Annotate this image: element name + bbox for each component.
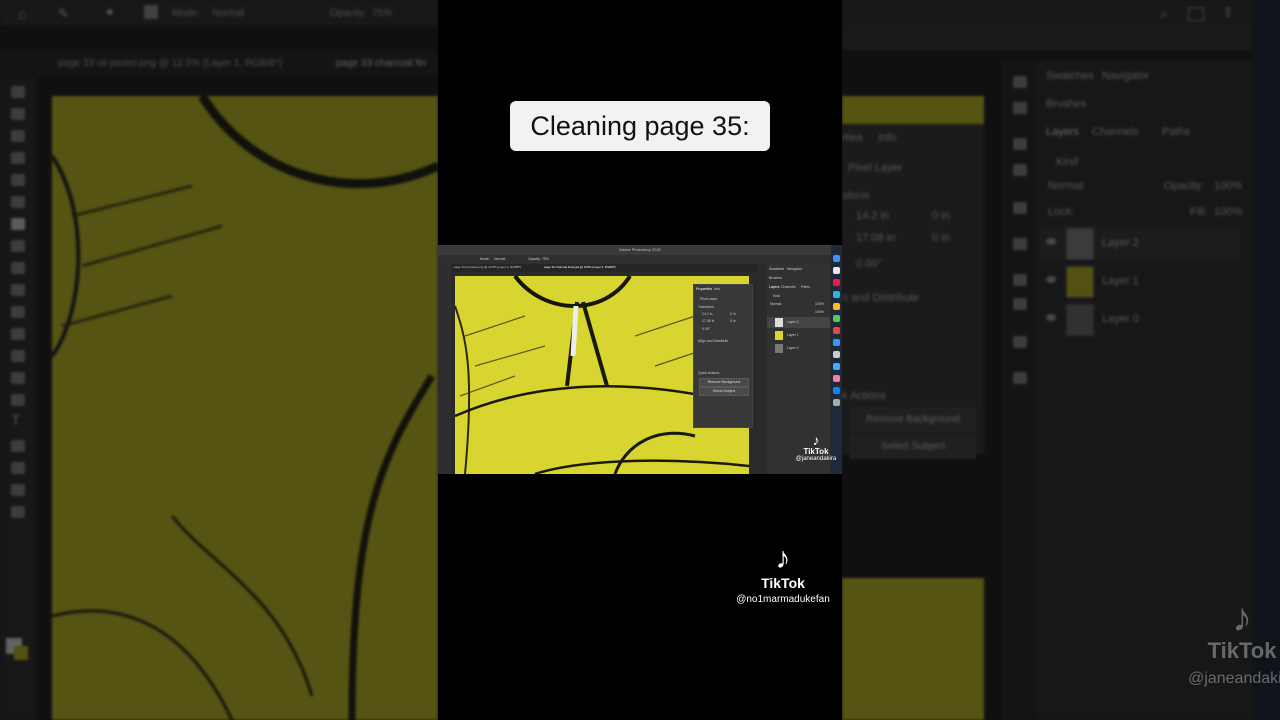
ps-properties-panel: Properties Info Pixel Layer Transform 14… xyxy=(693,284,753,428)
ps-navigator-tab[interactable]: Navigator xyxy=(787,267,802,271)
ps-app-title: Adobe Photoshop 2020 xyxy=(619,247,661,252)
ps-kind-filter[interactable]: Kind xyxy=(773,294,780,298)
dock-app-icon[interactable] xyxy=(833,315,840,322)
ps-layers-tab[interactable]: Layers xyxy=(769,285,780,289)
dock-app-icon[interactable] xyxy=(833,399,840,406)
ps-layer-row-1[interactable]: Layer 1 xyxy=(767,330,830,341)
ps-mode-value: Normal xyxy=(494,257,506,261)
ps-layer-name-0: Layer 0 xyxy=(787,346,799,350)
dock-app-icon[interactable] xyxy=(833,351,840,358)
dock-app-icon[interactable] xyxy=(833,327,840,334)
ps-layer-row-2[interactable]: Layer 2 xyxy=(767,317,830,328)
background-right-blur: ⌕ ⇪ rties Info Pixel Layer sform 14.2 in… xyxy=(842,0,1280,720)
ps-document-tabs: page 33 oil pastel.png @ 12.5% (Layer 1,… xyxy=(452,264,764,272)
ps-y-value[interactable]: 0 in xyxy=(730,319,736,323)
ps-layer-thumb-2 xyxy=(775,318,783,327)
ps-blend-mode[interactable]: Normal xyxy=(770,302,781,306)
ps-opacity-value: 75% xyxy=(542,257,550,261)
ps-title-bar: Adobe Photoshop 2020 xyxy=(438,245,842,255)
ps-props-tab[interactable]: Properties xyxy=(696,287,712,291)
ps-angle-value[interactable]: 0.00° xyxy=(702,327,710,331)
ps-layer-thumb-0 xyxy=(775,344,783,353)
inner-tiktok-watermark: ♪ TikTok @janeandakira xyxy=(790,433,842,462)
ps-brushes-tab[interactable]: Brushes xyxy=(769,276,782,280)
ps-h-value[interactable]: 17.08 in xyxy=(702,319,714,323)
bg-tiktok-user: @janeandakira xyxy=(1188,670,1280,687)
inner-tiktok-brand: TikTok xyxy=(803,447,829,456)
ps-layer-thumb-1 xyxy=(775,331,783,340)
ps-w-value[interactable]: 14.2 in xyxy=(702,312,713,316)
ps-align-label: Align and Distribute xyxy=(698,339,729,343)
ps-opacity-label: Opacity: xyxy=(528,257,541,261)
bg-tiktok-watermark: ♪ TikTok @janeandakira xyxy=(1172,598,1280,688)
main-tiktok-watermark: ♪ TikTok @no1marmadukefan xyxy=(728,542,838,606)
ps-info-tab[interactable]: Info xyxy=(714,287,720,291)
tiktok-logo-icon: ♪ xyxy=(812,432,820,448)
ps-mode-label: Mode: xyxy=(480,257,490,261)
ps-icon-column xyxy=(757,264,767,474)
tiktok-logo-icon: ♪ xyxy=(775,542,791,575)
main-tiktok-brand: TikTok xyxy=(761,575,805,591)
caption-text: Cleaning page 35: xyxy=(530,110,750,141)
dock-app-icon[interactable] xyxy=(833,363,840,370)
screen-recording: Adobe Photoshop 2020 Mode: Normal Opacit… xyxy=(438,245,842,474)
background-left-blur: ⌂ ✎ ✦ Mode: Normal Opacity: 75% page 33 … xyxy=(0,0,438,720)
ps-swatches-tab[interactable]: Swatches xyxy=(769,267,784,271)
ps-toolbar xyxy=(438,264,451,474)
video-frame: Cleaning page 35: Adobe Photoshop 2020 M… xyxy=(438,0,842,720)
ps-transform-label: Transform xyxy=(698,305,714,309)
ps-opacity-value-r[interactable]: 100% xyxy=(815,302,824,306)
dock-app-icon[interactable] xyxy=(833,291,840,298)
dock-app-icon[interactable] xyxy=(833,255,840,262)
dock-app-icon[interactable] xyxy=(833,267,840,274)
ps-layer-name-2: Layer 2 xyxy=(787,320,799,324)
dock-app-icon[interactable] xyxy=(833,375,840,382)
remove-background-button[interactable]: Remove Background xyxy=(699,378,749,387)
ps-x-value[interactable]: 0 in xyxy=(730,312,736,316)
dock-app-icon[interactable] xyxy=(833,387,840,394)
ps-layer-name-1: Layer 1 xyxy=(787,333,799,337)
ps-paths-tab[interactable]: Paths xyxy=(801,285,810,289)
ps-pixel-layer: Pixel Layer xyxy=(700,297,718,301)
ps-tab-2: page 33 charcoal final.psd @ 100% (Layer… xyxy=(544,265,617,269)
ps-channels-tab[interactable]: Channels xyxy=(781,285,796,289)
ps-tab-1: page 33 oil pastel.png @ 12.5% (Layer 1,… xyxy=(454,265,522,269)
dock-app-icon[interactable] xyxy=(833,279,840,286)
dock-app-icon[interactable] xyxy=(833,303,840,310)
bg-tiktok-brand: TikTok xyxy=(1207,638,1277,663)
dock-app-icon[interactable] xyxy=(833,339,840,346)
ps-fill-value[interactable]: 100% xyxy=(815,310,824,314)
inner-tiktok-user: @janeandakira xyxy=(795,456,837,462)
tiktok-logo-icon: ♪ xyxy=(1232,596,1252,640)
ps-quick-actions: Quick Actions xyxy=(698,371,720,375)
select-subject-button[interactable]: Select Subject xyxy=(699,387,749,396)
caption-box: Cleaning page 35: xyxy=(510,101,770,151)
ps-layer-row-0[interactable]: Layer 0 xyxy=(767,343,830,354)
main-tiktok-user: @no1marmadukefan xyxy=(736,594,830,605)
